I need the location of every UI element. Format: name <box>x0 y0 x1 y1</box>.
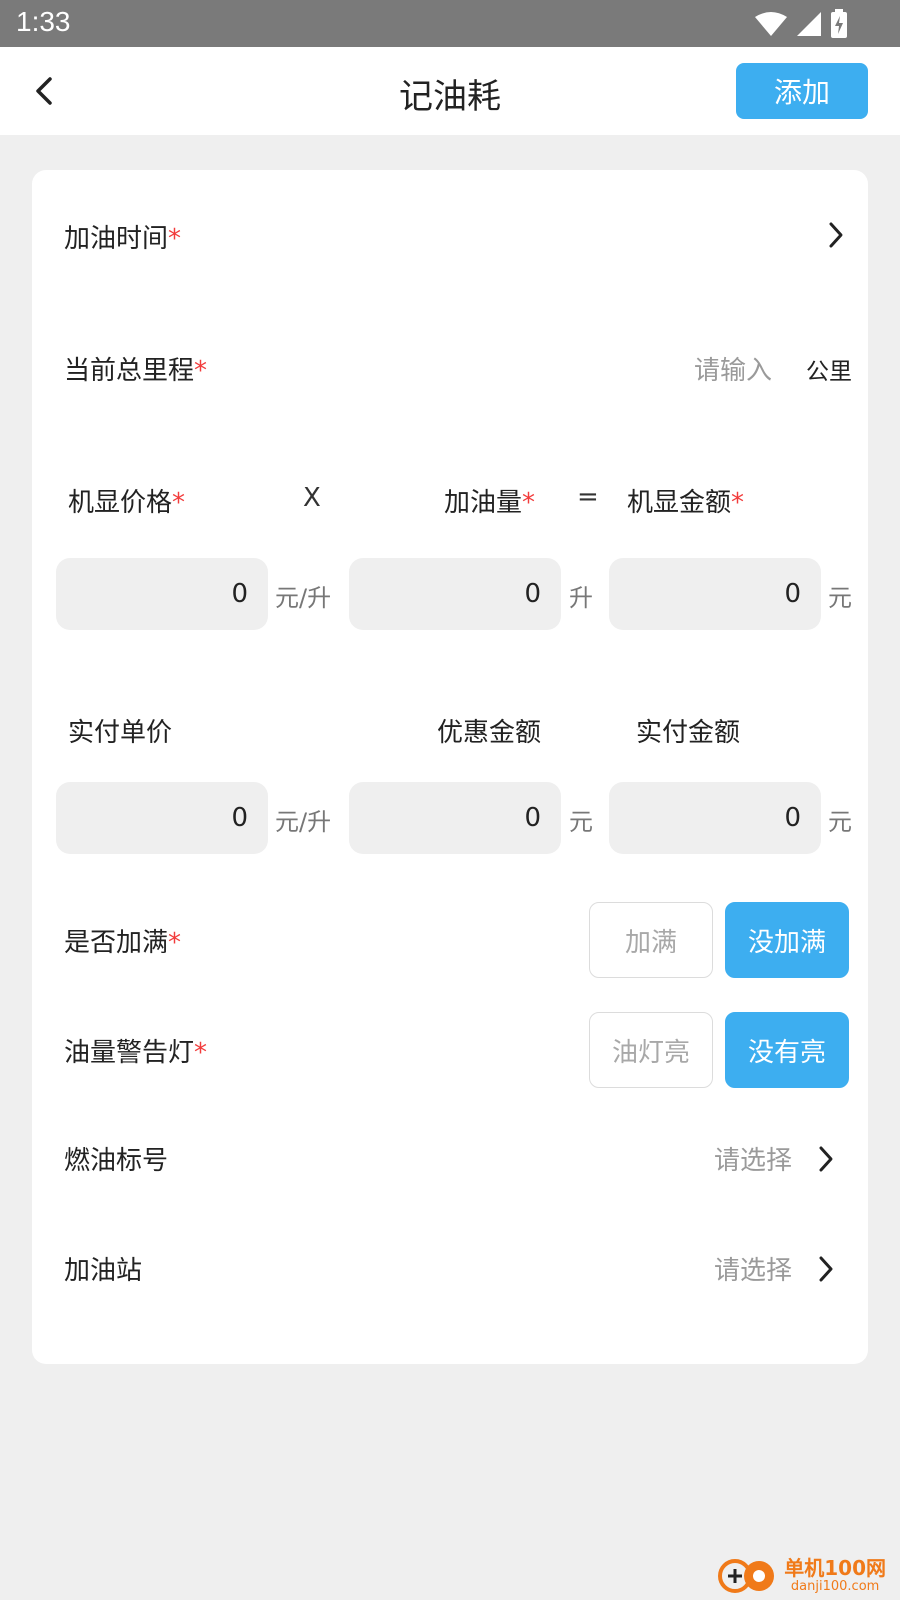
add-button[interactable]: 添加 <box>736 63 868 119</box>
watermark: 单机100网 danji100.com <box>716 1556 886 1594</box>
watermark-name: 单机100网 <box>784 1555 886 1580</box>
odometer-label: 当前总里程* <box>64 356 208 386</box>
unit-price-unit: 元/升 <box>275 808 332 836</box>
top-bar: 记油耗 添加 <box>0 47 900 135</box>
chevron-right-icon <box>829 222 843 248</box>
chevron-right-icon <box>819 1146 833 1172</box>
unit-price-label: 实付单价 <box>68 718 173 748</box>
machine-price-unit: 元/升 <box>275 584 332 612</box>
discount-input[interactable]: 0 <box>349 782 561 854</box>
gas-station-label: 加油站 <box>64 1256 143 1286</box>
equals-sign: = <box>577 482 599 512</box>
odometer-input[interactable]: 请输入 <box>694 350 772 387</box>
machine-amount-unit: 元 <box>828 584 852 612</box>
fuel-volume-label: 加油量* <box>444 488 536 518</box>
form-card: 加油时间* 当前总里程* 请输入 公里 机显价格* X 加油量* = 机显金额*… <box>32 170 868 1364</box>
warning-light-off-button[interactable]: 没有亮 <box>725 1012 849 1088</box>
full-tank-yes-button[interactable]: 加满 <box>589 902 713 978</box>
status-time: 1:33 <box>16 6 71 37</box>
system-icons <box>754 9 848 39</box>
full-tank-no-button[interactable]: 没加满 <box>725 902 849 978</box>
full-tank-label: 是否加满* <box>64 928 182 958</box>
wifi-icon <box>755 12 787 36</box>
fuel-time-label: 加油时间* <box>64 224 182 254</box>
warning-light-label: 油量警告灯* <box>64 1038 208 1068</box>
watermark-logo-icon <box>718 1559 775 1593</box>
chevron-right-icon <box>819 1256 833 1282</box>
discount-label: 优惠金额 <box>437 718 542 748</box>
fuel-grade-select[interactable]: 请选择 <box>714 1140 792 1177</box>
paid-amount-label: 实付金额 <box>636 718 741 748</box>
machine-amount-label: 机显金额* <box>627 488 745 518</box>
odometer-unit: 公里 <box>806 359 852 385</box>
discount-unit: 元 <box>569 808 593 836</box>
fuel-volume-unit: 升 <box>569 584 593 612</box>
warning-light-on-button[interactable]: 油灯亮 <box>589 1012 713 1088</box>
status-bar: 1:33 <box>0 0 900 47</box>
gas-station-select[interactable]: 请选择 <box>714 1250 792 1287</box>
fuel-grade-label: 燃油标号 <box>64 1146 169 1176</box>
watermark-url: danji100.com <box>790 1578 880 1594</box>
battery-charging-icon <box>831 9 847 38</box>
signal-icon <box>797 12 821 36</box>
fuel-volume-input[interactable]: 0 <box>349 558 561 630</box>
paid-amount-input[interactable]: 0 <box>609 782 821 854</box>
paid-amount-unit: 元 <box>828 808 852 836</box>
times-sign: X <box>303 483 321 513</box>
unit-price-input[interactable]: 0 <box>56 782 268 854</box>
machine-amount-input[interactable]: 0 <box>609 558 821 630</box>
machine-price-label: 机显价格* <box>68 488 186 518</box>
machine-price-input[interactable]: 0 <box>56 558 268 630</box>
